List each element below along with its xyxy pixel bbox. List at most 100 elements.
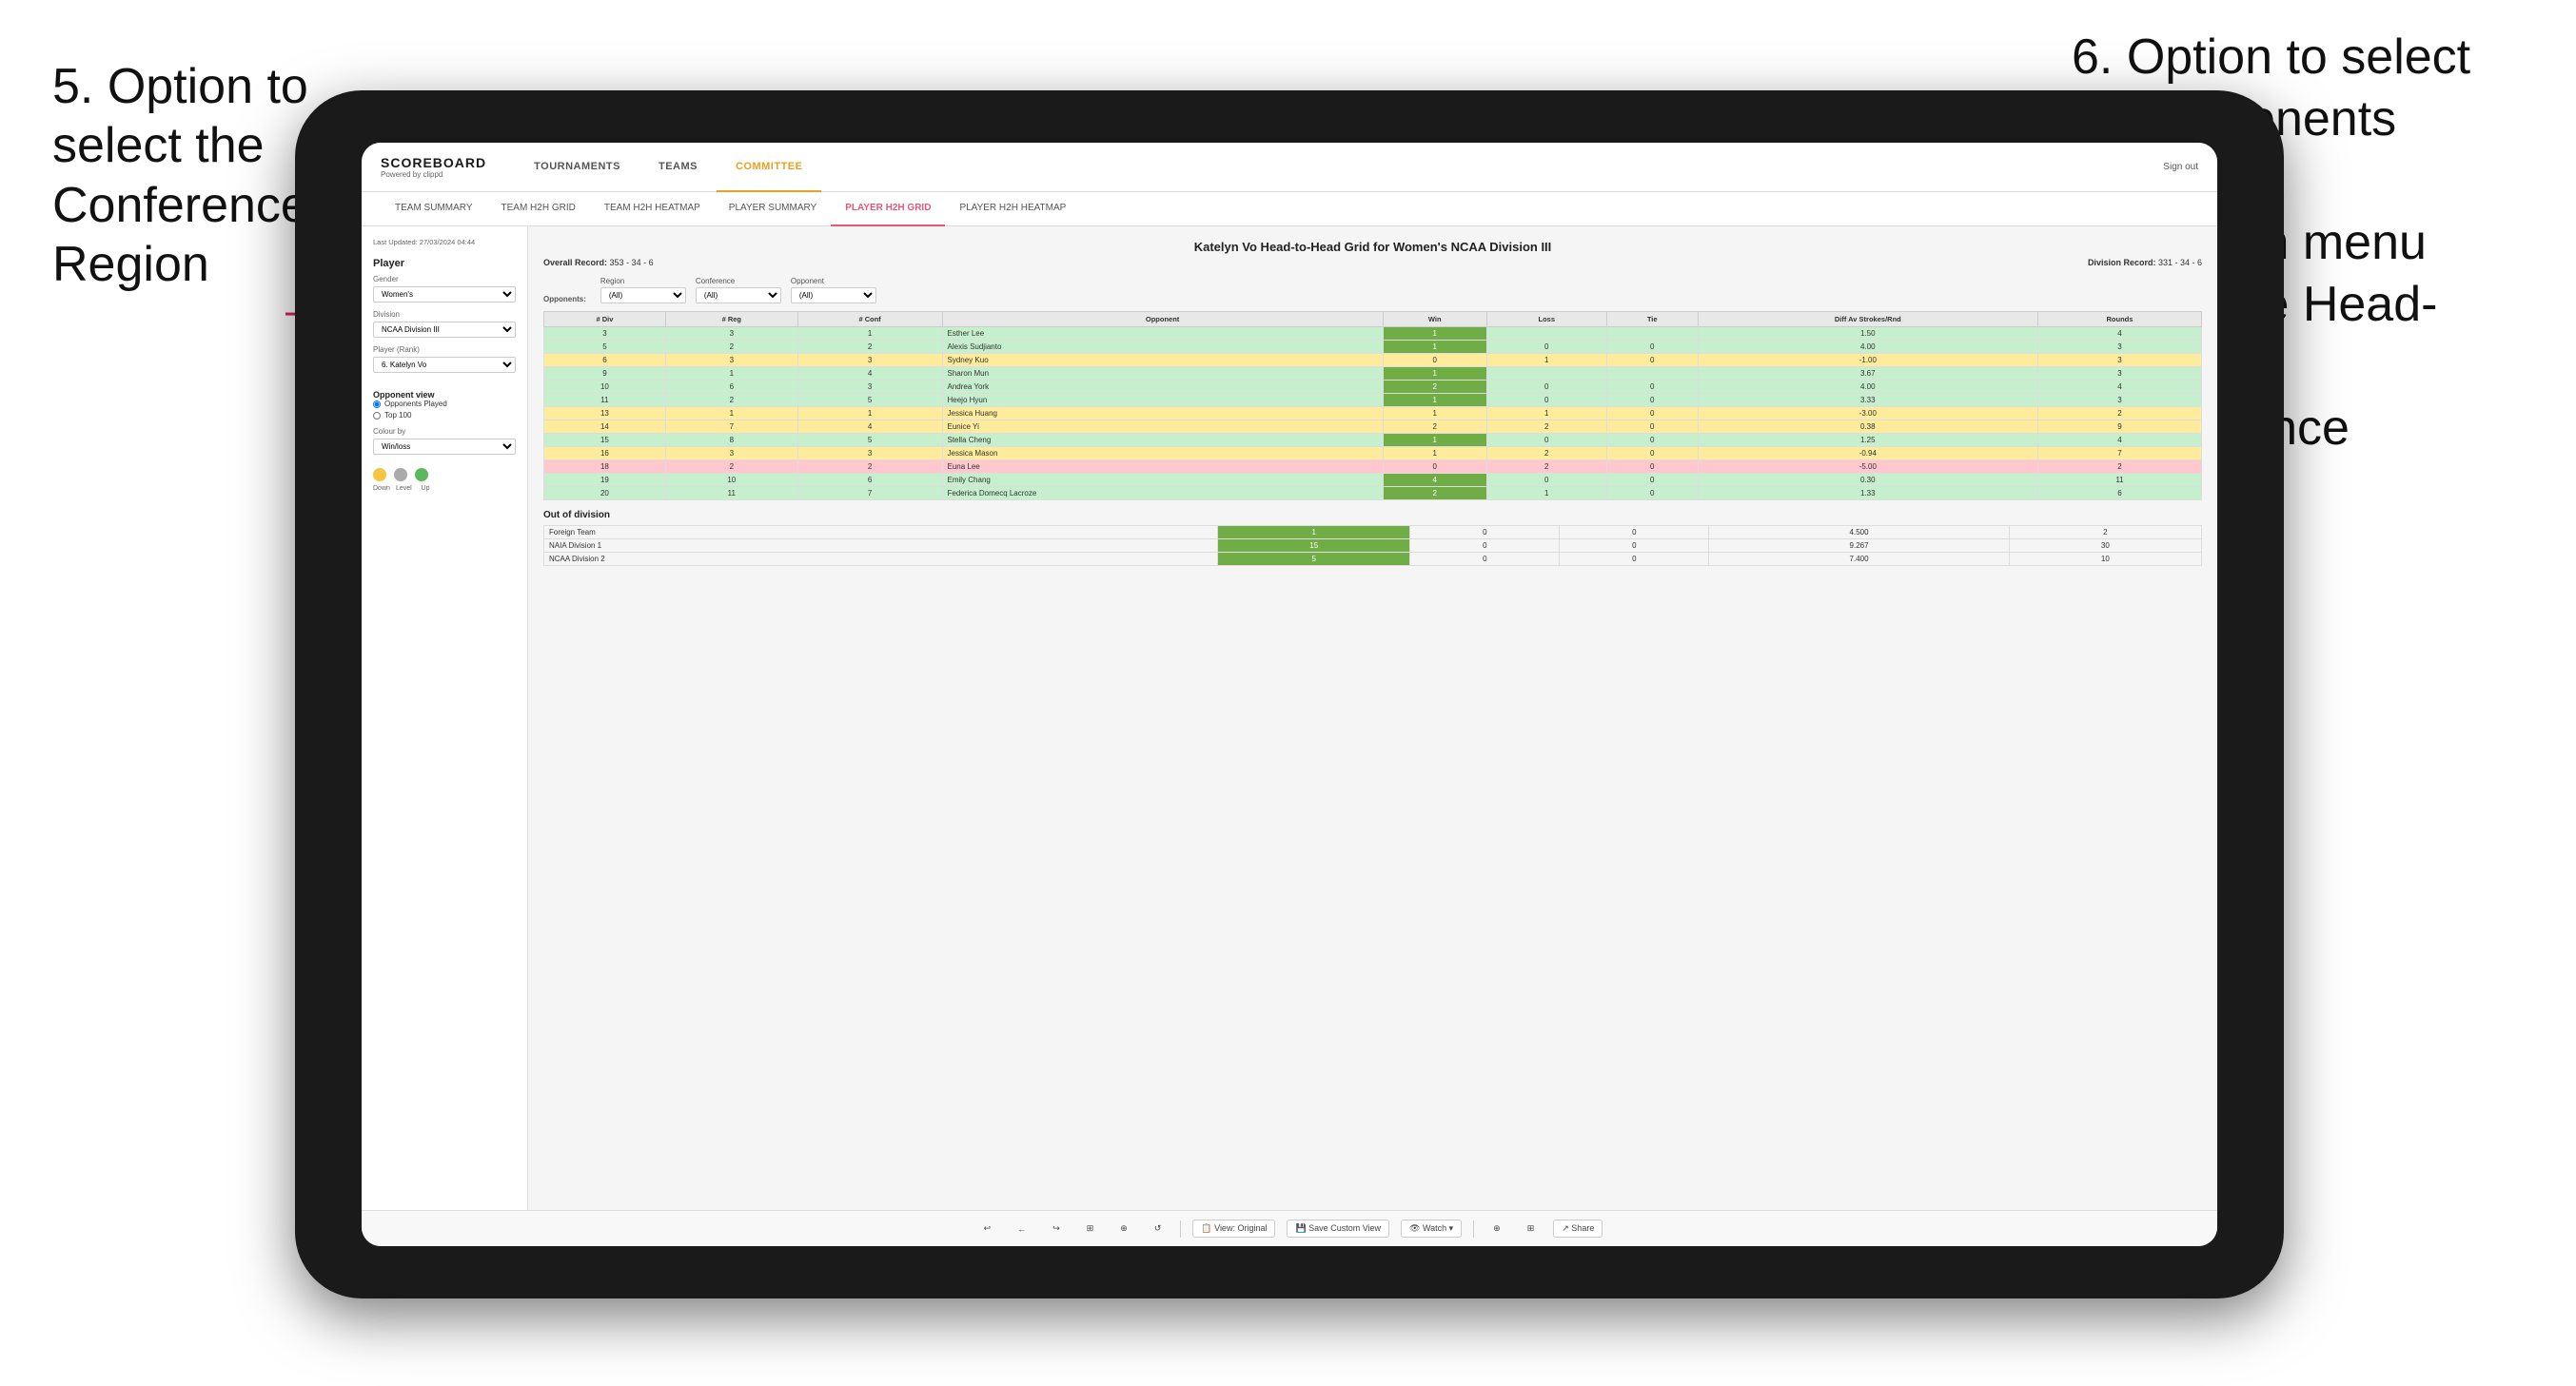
- cell-conf: 4: [797, 420, 942, 434]
- cell-conf: 1: [797, 327, 942, 341]
- grid2-button[interactable]: ⊞: [1520, 1220, 1543, 1237]
- ood-cell-tie: 0: [1560, 526, 1709, 539]
- cell-opponent: Emily Chang: [942, 474, 1383, 487]
- cell-conf: 4: [797, 367, 942, 381]
- share-button[interactable]: ↗ Share: [1553, 1220, 1603, 1238]
- save-custom-view-button[interactable]: 💾 Save Custom View: [1287, 1220, 1389, 1238]
- region-select[interactable]: (All): [600, 287, 686, 303]
- cell-opponent: Andrea York: [942, 381, 1383, 394]
- cell-loss: [1486, 367, 1606, 381]
- gender-label: Gender: [373, 275, 516, 283]
- nav-item-committee[interactable]: COMMITTEE: [717, 143, 822, 192]
- scoreboard-logo: SCOREBOARD Powered by clippd: [381, 155, 486, 179]
- cell-rounds: 3: [2037, 394, 2201, 407]
- cell-tie: 0: [1606, 394, 1698, 407]
- sign-out-button[interactable]: Sign out: [2163, 162, 2198, 172]
- table-row: 13 1 1 Jessica Huang 1 1 0 -3.00 2: [544, 407, 2202, 420]
- cell-conf: 3: [797, 447, 942, 460]
- cell-opponent: Stella Cheng: [942, 434, 1383, 447]
- view-original-button[interactable]: 📋 View: Original: [1192, 1220, 1275, 1238]
- cell-reg: 7: [665, 420, 797, 434]
- table-row: 14 7 4 Eunice Yi 2 2 0 0.38 9: [544, 420, 2202, 434]
- cell-diff: -0.94: [1698, 447, 2037, 460]
- content-pane: Katelyn Vo Head-to-Head Grid for Women's…: [528, 226, 2217, 1210]
- colour-by-label: Colour by: [373, 427, 516, 436]
- gender-select[interactable]: Women's: [373, 286, 516, 303]
- app-screen: SCOREBOARD Powered by clippd TOURNAMENTS…: [362, 143, 2217, 1246]
- cell-reg: 11: [665, 487, 797, 500]
- sub-nav-player-h2h-grid[interactable]: PLAYER H2H GRID: [831, 192, 945, 226]
- redo-button[interactable]: ↪: [1045, 1220, 1068, 1237]
- cell-opponent: Heejo Hyun: [942, 394, 1383, 407]
- col-win: Win: [1383, 312, 1486, 327]
- h2h-table: # Div # Reg # Conf Opponent Win Loss Tie…: [543, 311, 2202, 500]
- cell-conf: 2: [797, 460, 942, 474]
- sub-nav-team-h2h-grid[interactable]: TEAM H2H GRID: [487, 192, 590, 226]
- radio-top-100[interactable]: Top 100: [373, 411, 516, 420]
- colour-by-select[interactable]: Win/loss: [373, 439, 516, 455]
- add-button[interactable]: ⊕: [1112, 1220, 1135, 1237]
- cell-opponent: Esther Lee: [942, 327, 1383, 341]
- cell-tie: 0: [1606, 460, 1698, 474]
- cell-diff: 1.25: [1698, 434, 2037, 447]
- opponent-view-label: Opponent view: [373, 390, 516, 400]
- conference-select[interactable]: (All): [696, 287, 781, 303]
- ood-cell-diff: 7.400: [1709, 553, 2009, 566]
- cell-win: 2: [1383, 381, 1486, 394]
- top-nav: SCOREBOARD Powered by clippd TOURNAMENTS…: [362, 143, 2217, 192]
- cell-diff: 0.30: [1698, 474, 2037, 487]
- colour-labels: Down Level Up: [373, 485, 516, 492]
- nav-items: TOURNAMENTS TEAMS COMMITTEE: [515, 143, 2163, 192]
- cell-loss: [1486, 327, 1606, 341]
- sub-nav-player-summary[interactable]: PLAYER SUMMARY: [715, 192, 831, 226]
- comment-button[interactable]: ⊕: [1485, 1220, 1508, 1237]
- nav-item-tournaments[interactable]: TOURNAMENTS: [515, 143, 639, 192]
- cell-tie: [1606, 327, 1698, 341]
- undo-button[interactable]: ↩: [976, 1220, 999, 1237]
- sub-nav-team-h2h-heatmap[interactable]: TEAM H2H HEATMAP: [590, 192, 715, 226]
- cell-loss: 0: [1486, 394, 1606, 407]
- watch-button[interactable]: 👁 Watch ▾: [1401, 1220, 1462, 1238]
- opponent-select[interactable]: (All): [791, 287, 876, 303]
- ood-table-row: Foreign Team 1 0 0 4.500 2: [544, 526, 2202, 539]
- ood-cell-rounds: 10: [2009, 553, 2201, 566]
- cell-tie: [1606, 367, 1698, 381]
- cell-reg: 6: [665, 381, 797, 394]
- cell-div: 6: [544, 354, 666, 367]
- cell-reg: 2: [665, 460, 797, 474]
- division-select[interactable]: NCAA Division III: [373, 322, 516, 338]
- cell-tie: 0: [1606, 354, 1698, 367]
- cell-reg: 1: [665, 367, 797, 381]
- tablet-screen: SCOREBOARD Powered by clippd TOURNAMENTS…: [362, 143, 2217, 1246]
- back-button[interactable]: ←: [1010, 1221, 1033, 1237]
- cell-tie: 0: [1606, 381, 1698, 394]
- cell-diff: 3.33: [1698, 394, 2037, 407]
- ood-cell-win: 5: [1218, 553, 1410, 566]
- ood-cell-tie: 0: [1560, 539, 1709, 553]
- main-content: Last Updated: 27/03/2024 04:44 Player Ge…: [362, 226, 2217, 1210]
- cell-conf: 3: [797, 354, 942, 367]
- cell-loss: 2: [1486, 447, 1606, 460]
- cell-opponent: Alexis Sudjianto: [942, 341, 1383, 354]
- cell-reg: 8: [665, 434, 797, 447]
- player-rank-select[interactable]: 6. Katelyn Vo: [373, 357, 516, 373]
- sub-nav-team-summary[interactable]: TEAM SUMMARY: [381, 192, 487, 226]
- player-section-title: Player: [373, 258, 516, 269]
- cell-conf: 5: [797, 394, 942, 407]
- region-filter: Region (All): [600, 277, 686, 303]
- cell-tie: 0: [1606, 420, 1698, 434]
- cell-loss: 2: [1486, 460, 1606, 474]
- radio-opponents-played[interactable]: Opponents Played: [373, 400, 516, 408]
- ood-cell-name: Foreign Team: [544, 526, 1218, 539]
- separator-2: [1473, 1220, 1474, 1238]
- cell-loss: 0: [1486, 381, 1606, 394]
- sub-nav-player-h2h-heatmap[interactable]: PLAYER H2H HEATMAP: [945, 192, 1080, 226]
- nav-item-teams[interactable]: TEAMS: [639, 143, 717, 192]
- grid-button[interactable]: ⊞: [1079, 1220, 1102, 1237]
- cell-win: 1: [1383, 341, 1486, 354]
- col-div: # Div: [544, 312, 666, 327]
- cell-loss: 1: [1486, 487, 1606, 500]
- cell-loss: 1: [1486, 354, 1606, 367]
- cell-rounds: 2: [2037, 407, 2201, 420]
- refresh-button[interactable]: ↺: [1147, 1220, 1170, 1237]
